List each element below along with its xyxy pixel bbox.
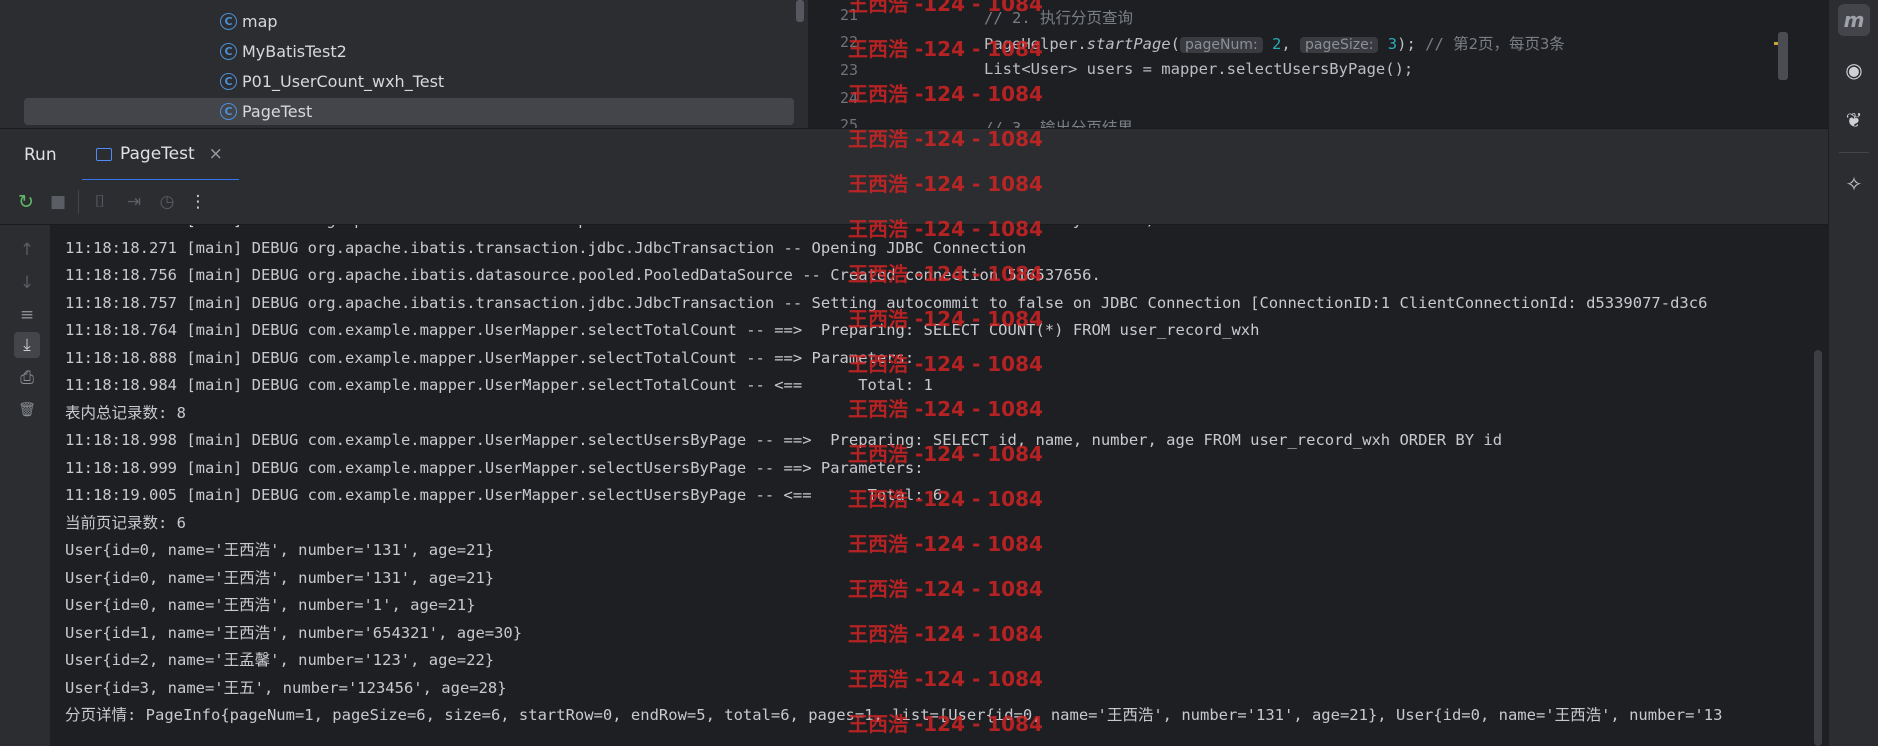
console-line: User{id=0, name='王西浩', number='131', age… xyxy=(65,568,495,587)
console-lines: 11:18:18.2?? [main] DEBUG org.apache.iba… xyxy=(65,225,1722,730)
run-tool-title: Run xyxy=(24,145,57,165)
tree-item-pagetest[interactable]: C PageTest xyxy=(24,98,794,125)
rerun-icon[interactable]: ↻ xyxy=(14,190,38,214)
spring-icon[interactable]: ❦ xyxy=(1838,104,1870,136)
code-token: ( xyxy=(1170,35,1180,53)
console-line: 11:18:18.998 [main] DEBUG com.example.ma… xyxy=(65,431,1503,449)
code-method: startPage xyxy=(1086,35,1171,53)
tab-pagetest[interactable]: PageTest × xyxy=(82,129,239,181)
tree-item-label: MyBatisTest2 xyxy=(242,42,347,61)
console-line: User{id=0, name='王西浩', number='131', age… xyxy=(65,541,495,559)
ai-assistant-icon[interactable]: ✧ xyxy=(1838,168,1870,200)
line-number: 22 xyxy=(839,33,858,51)
console-line: 11:18:18.764 [main] DEBUG com.example.ma… xyxy=(65,321,1260,339)
code-number: 3 xyxy=(1387,35,1398,53)
tree-item-label: P01_UserCount_wxh_Test xyxy=(242,72,445,91)
class-icon: C xyxy=(220,103,237,120)
code-token: PageHelper. xyxy=(984,35,1087,53)
console-output[interactable]: 11:18:18.2?? [main] DEBUG org.apache.iba… xyxy=(50,225,1828,746)
console-line: 11:18:18.756 [main] DEBUG org.apache.iba… xyxy=(65,266,1101,284)
divider xyxy=(1839,152,1869,153)
run-tool-header: Run PageTest × xyxy=(0,128,1828,181)
more-options-icon[interactable]: ⋮ xyxy=(186,190,210,214)
line-number: 24 xyxy=(839,89,858,107)
console-line: User{id=3, name='王五', number='123456', a… xyxy=(65,678,507,697)
code-token: ); xyxy=(1397,35,1416,53)
code-comment: // 3. 输出分页结果 xyxy=(984,119,1133,128)
camera-icon[interactable]: ⌷ xyxy=(88,190,112,214)
code-token: , xyxy=(1281,35,1301,53)
maven-icon[interactable]: m xyxy=(1838,4,1870,36)
console-line: User{id=1, name='王西浩', number='654321', … xyxy=(65,623,523,642)
code-comment: // 第2页，每页3条 xyxy=(1415,35,1565,53)
print-icon[interactable]: ⎙ xyxy=(14,365,40,391)
console-line: 11:18:18.984 [main] DEBUG com.example.ma… xyxy=(65,376,933,394)
console-line: 分页详情: PageInfo{pageNum=1, pageSize=6, si… xyxy=(65,706,1723,724)
exit-icon[interactable]: ⇥ xyxy=(122,190,146,214)
console-line: User{id=0, name='王西浩', number='1', age=2… xyxy=(65,596,476,614)
close-icon[interactable]: × xyxy=(209,144,223,164)
tree-item-label: PageTest xyxy=(242,102,313,121)
scroll-to-end-icon[interactable]: ⤓ xyxy=(14,332,40,358)
line-number: 25 xyxy=(839,116,858,128)
top-area: C map C MyBatisTest2 C P01_UserCount_wxh… xyxy=(0,0,1828,128)
trash-icon[interactable]: 🗑 xyxy=(14,397,40,423)
tree-scrollbar[interactable] xyxy=(796,0,804,22)
class-icon: C xyxy=(220,13,237,30)
param-hint-pagesize: pageSize: xyxy=(1300,37,1379,53)
console-line: 11:18:18.2?? [main] DEBUG org.apache.iba… xyxy=(65,225,1722,235)
console-line: 表内总记录数: 8 xyxy=(65,403,186,422)
soft-wrap-icon[interactable]: ≡ xyxy=(14,302,40,328)
param-hint-pagenum: pageNum: xyxy=(1180,37,1263,53)
console-line: 11:18:18.271 [main] DEBUG org.apache.iba… xyxy=(65,238,1027,257)
class-icon: C xyxy=(220,43,237,60)
project-tree: C map C MyBatisTest2 C P01_UserCount_wxh… xyxy=(0,0,808,128)
console-scrollbar[interactable] xyxy=(1814,350,1822,746)
code-number: 2 xyxy=(1272,35,1282,53)
run-config-icon xyxy=(96,147,112,161)
code-line-select: List<User> users = mapper.selectUsersByP… xyxy=(984,60,1414,78)
services-icon[interactable]: ◉ xyxy=(1838,54,1870,86)
console-line: User{id=2, name='王孟馨', number='123', age… xyxy=(65,651,495,669)
line-number: 23 xyxy=(839,61,858,79)
console-line: 当前页记录数: 6 xyxy=(65,513,186,532)
toolbar-divider xyxy=(78,190,79,214)
console-line: 11:18:18.999 [main] DEBUG com.example.ma… xyxy=(65,458,933,477)
run-toolbar: ↻ ■ ⌷ ⇥ ◷ ⋮ xyxy=(0,180,1828,225)
code-editor[interactable]: 21 22 23 24 25 // 2. 执行分页查询 PageHelper.s… xyxy=(808,0,1828,128)
tab-label: PageTest xyxy=(120,144,195,164)
class-icon: C xyxy=(220,73,237,90)
line-number: 21 xyxy=(839,6,858,24)
console-line: 11:18:19.005 [main] DEBUG com.example.ma… xyxy=(65,486,943,504)
tree-item-mybatistest2[interactable]: C MyBatisTest2 xyxy=(24,38,794,65)
console-line: 11:18:18.888 [main] DEBUG com.example.ma… xyxy=(65,348,924,367)
right-tool-strip: m ◉ ❦ ✧ xyxy=(1828,0,1878,746)
tree-item-map[interactable]: C map xyxy=(24,8,794,35)
tree-item-label: map xyxy=(242,12,278,31)
tree-item-p01-usercount[interactable]: C P01_UserCount_wxh_Test xyxy=(24,68,794,95)
code-comment: // 2. 执行分页查询 xyxy=(984,9,1133,27)
editor-scrollbar[interactable] xyxy=(1778,32,1788,80)
code-line-startpage: PageHelper.startPage(pageNum: 2, pageSiz… xyxy=(984,32,1565,54)
arrow-up-icon[interactable]: ↑ xyxy=(14,237,40,263)
stop-icon[interactable]: ■ xyxy=(46,190,70,214)
profiler-icon[interactable]: ◷ xyxy=(155,190,179,214)
console-line: 11:18:18.757 [main] DEBUG org.apache.iba… xyxy=(65,293,1708,312)
console-side-toolbar: ↑ ↓ ≡ ⤓ ⎙ 🗑 xyxy=(0,225,50,746)
arrow-down-icon[interactable]: ↓ xyxy=(14,270,40,296)
